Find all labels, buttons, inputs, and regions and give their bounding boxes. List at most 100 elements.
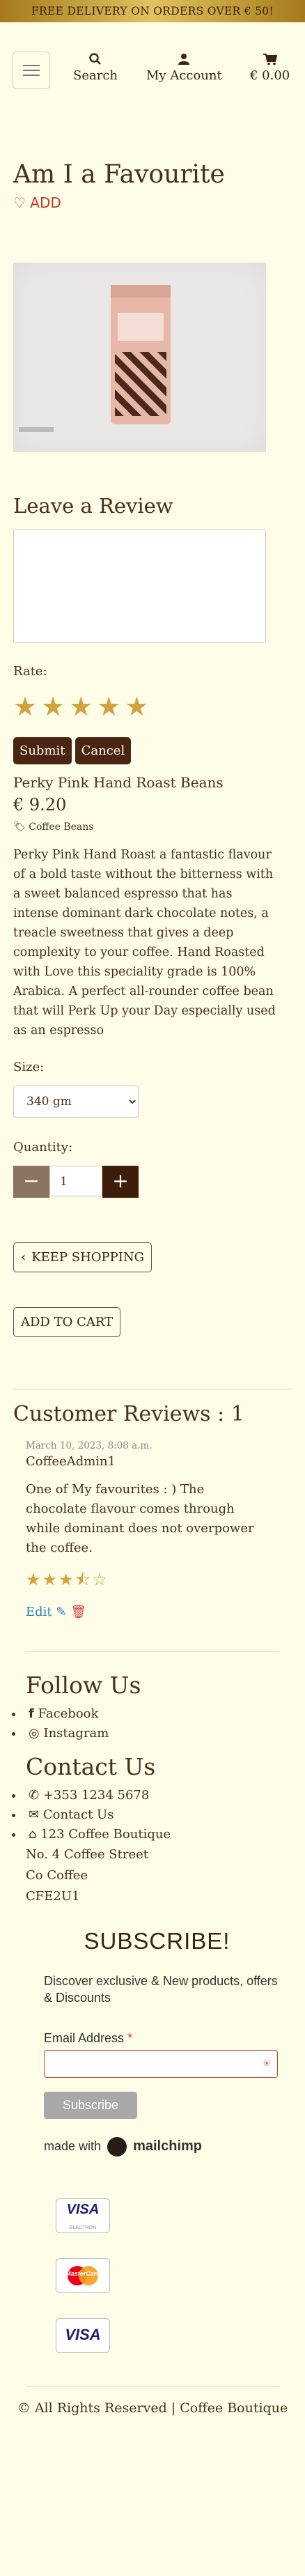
- rate-label: Rate:: [13, 664, 47, 679]
- phone-icon: ✆: [29, 1788, 40, 1803]
- cart-icon: [250, 53, 290, 68]
- envelope-icon: ✉: [29, 1807, 40, 1822]
- rating-stars-input[interactable]: ★★★★★: [13, 691, 292, 722]
- quantity-input[interactable]: 1: [49, 1166, 102, 1196]
- menu-toggle-button[interactable]: [13, 52, 50, 89]
- made-with-mailchimp[interactable]: made with mailchimp: [44, 2137, 305, 2157]
- quantity-label: Quantity:: [13, 1140, 73, 1155]
- product-description: Perky Pink Hand Roast a fantastic flavou…: [13, 848, 276, 1038]
- add-favourite-link[interactable]: ♡ ADD: [13, 194, 292, 211]
- required-mark: *: [127, 2031, 133, 2045]
- visa-card-icon: VISA: [56, 2318, 110, 2353]
- cart-link[interactable]: € 0.00: [250, 53, 290, 83]
- subscribe-subtext: Discover exclusive & New products, offer…: [44, 1974, 278, 2005]
- contact-list: ✆ +353 1234 5678 ✉ Contact Us ⌂ 123 Coff…: [12, 1786, 305, 1844]
- bag-label: [118, 313, 164, 341]
- instagram-icon: ◎: [29, 1726, 40, 1741]
- search-link[interactable]: Search: [73, 53, 118, 83]
- address-line-2: No. 4 Coffee Street: [26, 1847, 149, 1862]
- review-rating: ★★★⯪☆: [26, 1570, 109, 1589]
- social-links: f Facebook ◎ Instagram: [12, 1704, 305, 1743]
- pencil-icon: ✎: [56, 1605, 67, 1619]
- search-icon: [73, 53, 118, 68]
- image-caption-tag: [19, 427, 54, 432]
- cancel-button[interactable]: Cancel: [75, 737, 132, 764]
- instagram-link[interactable]: ◎ Instagram: [12, 1724, 305, 1743]
- leave-review-heading: Leave a Review: [13, 494, 173, 518]
- footer: Follow Us f Facebook ◎ Instagram Contact…: [0, 1672, 305, 1907]
- card-brand: MasterCard: [65, 2270, 100, 2277]
- follow-us-heading: Follow Us: [26, 1672, 141, 1699]
- mailchimp-brand: mailchimp: [133, 2138, 202, 2154]
- email-label: Email Address *: [44, 2031, 305, 2046]
- contact-link[interactable]: ✉ Contact Us: [12, 1805, 305, 1825]
- edit-review-link[interactable]: Edit ✎: [26, 1605, 66, 1619]
- subscribe-button[interactable]: Subscribe: [44, 2092, 138, 2119]
- mailchimp-signup: SUBSCRIBE! Discover exclusive & New prod…: [0, 1928, 305, 2157]
- review-actions: Submit Cancel: [13, 737, 292, 764]
- facebook-link[interactable]: f Facebook: [12, 1704, 305, 1724]
- account-label: My Account: [146, 68, 222, 83]
- address-line-3: Co Coffee: [26, 1868, 88, 1883]
- search-label: Search: [73, 68, 118, 83]
- address-line-4: CFE2U1: [26, 1889, 80, 1904]
- favourite-heading: Am I a Favourite: [13, 160, 225, 189]
- delivery-banner: FREE DELIVERY ON ORDERS OVER € 50!: [0, 0, 305, 22]
- bag-pattern: [115, 352, 166, 416]
- email-label-text: Email Address: [44, 2031, 125, 2045]
- plus-icon: +: [112, 1169, 129, 1192]
- address-block: No. 4 Coffee Street Co Coffee CFE2U1: [26, 1844, 305, 1907]
- review-actions-row: Edit ✎ 🗑: [26, 1605, 292, 1619]
- visa-electron-card-icon: VISA ELECTRON: [56, 2198, 110, 2233]
- customer-reviews-heading: Customer Reviews : 1: [13, 1402, 244, 1426]
- address-text-1: 123 Coffee Boutique: [40, 1827, 171, 1842]
- size-label: Size:: [13, 1060, 45, 1074]
- contact-us-heading: Contact Us: [26, 1753, 156, 1780]
- email-field[interactable]: ⍟: [44, 2050, 278, 2078]
- product-price: € 9.20: [13, 795, 67, 815]
- facebook-icon: f: [29, 1706, 34, 1721]
- phone-link[interactable]: ✆ +353 1234 5678: [12, 1786, 305, 1805]
- product-image: [13, 263, 266, 452]
- size-select[interactable]: 340 gm: [13, 1086, 139, 1118]
- user-icon: [146, 53, 222, 68]
- product-name: Perky Pink Hand Roast Beans: [13, 774, 224, 791]
- keep-shopping-label: KEEP SHOPPING: [31, 1250, 145, 1265]
- trash-icon: 🗑: [70, 1605, 87, 1619]
- instagram-label: Instagram: [43, 1726, 109, 1741]
- copyright-divider: [26, 2386, 279, 2387]
- coffee-bag-image: [111, 285, 171, 424]
- increment-button[interactable]: +: [102, 1166, 139, 1198]
- copyright: © All Rights Reserved | Coffee Boutique: [17, 2400, 288, 2416]
- add-to-cart-button[interactable]: ADD TO CART: [13, 1307, 121, 1337]
- edit-label: Edit: [26, 1605, 52, 1619]
- decrement-button[interactable]: −: [13, 1166, 49, 1198]
- keep-shopping-button[interactable]: ‹ KEEP SHOPPING: [13, 1242, 152, 1272]
- tag-icon: 🏷: [13, 822, 26, 833]
- card-brand: VISA: [65, 2326, 101, 2343]
- heart-icon: ♡: [13, 194, 26, 211]
- password-manager-icon[interactable]: ⍟: [263, 2056, 270, 2070]
- chevron-left-icon: ‹: [21, 1250, 26, 1265]
- delete-review-button[interactable]: 🗑: [70, 1605, 86, 1619]
- account-link[interactable]: My Account: [146, 53, 222, 83]
- submit-button[interactable]: Submit: [13, 737, 72, 764]
- made-with-text: made with: [44, 2138, 102, 2153]
- bag-top: [111, 285, 171, 298]
- review-date: March 10, 2023, 8:08 a.m.: [26, 1440, 152, 1451]
- home-icon: ⌂: [29, 1827, 37, 1842]
- quantity-stepper: − 1 +: [13, 1166, 292, 1198]
- review-textarea[interactable]: [13, 529, 266, 643]
- banner-text: FREE DELIVERY ON ORDERS OVER € 50!: [31, 5, 274, 17]
- category-label: Coffee Beans: [29, 822, 94, 833]
- review-author: CoffeeAdmin1: [26, 1454, 116, 1469]
- product-category-link[interactable]: 🏷 Coffee Beans: [13, 822, 292, 833]
- hamburger-icon: [23, 65, 40, 66]
- mailchimp-logo-icon: [107, 2137, 127, 2157]
- hamburger-icon-bar: [23, 75, 40, 76]
- review-text: One of My favourites : ) The chocolate f…: [26, 1482, 254, 1555]
- minus-icon: −: [23, 1169, 40, 1192]
- address-line-1: ⌂ 123 Coffee Boutique: [12, 1825, 305, 1844]
- product-detail: Am I a Favourite ♡ ADD Leave a Review Ra…: [0, 160, 305, 1619]
- add-favourite-label: ADD: [30, 194, 61, 211]
